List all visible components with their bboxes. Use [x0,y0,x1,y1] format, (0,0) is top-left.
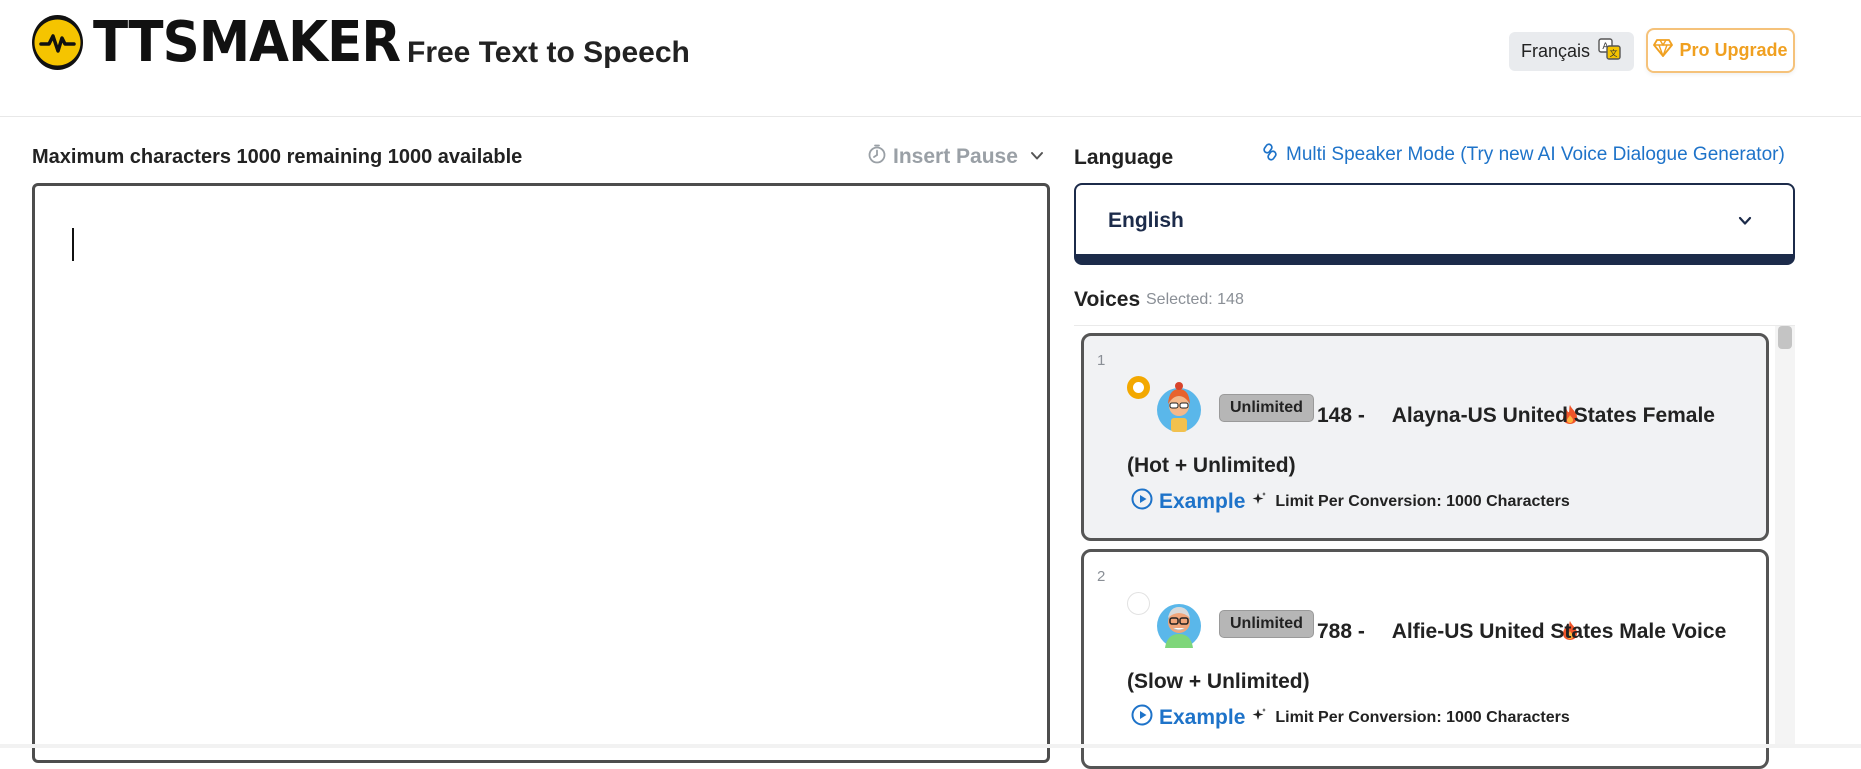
example-button[interactable]: Example Limit Per Conversion: 1000 Chara… [1131,488,1570,515]
voices-selected-count: Selected: 148 [1146,291,1244,308]
page-tagline: Free Text to Speech [407,36,690,69]
logo-text: TTSMAKER [93,10,401,75]
page-bottom-edge [0,744,1861,748]
translate-icon: A 文 [1598,38,1622,65]
timer-icon [867,144,887,170]
voices-label: Voices [1074,288,1141,311]
voice-card[interactable]: 2 Unlimited 788 - Alfie-US United States… [1081,549,1769,769]
example-label: Example [1159,705,1246,729]
voice-index: 1 [1097,352,1106,369]
pro-upgrade-label: Pro Upgrade [1679,40,1788,60]
waveform-circle-icon [32,15,83,70]
chevron-down-icon [1737,213,1753,234]
diamond-icon [1653,39,1674,62]
voices-scrollbar[interactable] [1775,326,1795,748]
insert-pause-label: Insert Pause [893,145,1018,168]
language-select[interactable]: English [1074,183,1795,265]
insert-pause-dropdown[interactable]: Insert Pause [867,144,1044,170]
pro-upgrade-button[interactable]: Pro Upgrade [1646,28,1795,73]
language-button-label: Français [1520,41,1591,61]
conversion-limit-text: Limit Per Conversion: 1000 Characters [1275,492,1570,510]
chevron-down-icon [1030,145,1044,169]
language-switch-button[interactable]: Français A 文 [1509,32,1634,71]
example-label: Example [1159,489,1246,513]
play-circle-icon [1131,704,1153,731]
divider [1074,325,1795,326]
voice-index: 2 [1097,568,1106,585]
sparkle-icon [1251,491,1267,512]
conversion-limit-text: Limit Per Conversion: 1000 Characters [1275,708,1570,726]
voice-name: 788 - Alfie-US United States Male Voice … [1127,607,1759,707]
voice-id: 148 - [1317,404,1365,427]
example-button[interactable]: Example Limit Per Conversion: 1000 Chara… [1131,704,1570,731]
voice-name-text: Alayna-US United States Female (Hot + Un… [1127,404,1715,477]
svg-text:文: 文 [1610,48,1618,58]
play-circle-icon [1131,488,1153,515]
text-caret [72,228,74,261]
language-selected-value: English [1108,209,1184,232]
multi-speaker-link-label: Multi Speaker Mode (Try new AI Voice Dia… [1286,144,1785,165]
link-icon [1262,143,1278,167]
voice-name: 148 - Alayna-US United States Female (Ho… [1127,391,1759,491]
fire-icon [1371,394,1577,424]
logo[interactable]: TTSMAKER [32,10,427,75]
text-input-area[interactable] [32,183,1050,763]
voice-name-text: Alfie-US United States Male Voice (Slow … [1127,620,1727,693]
voice-id: 788 - [1317,620,1365,643]
voice-card[interactable]: 1 Unlimited 148 - Alayna-US United State… [1081,333,1769,541]
voices-scrollbar-thumb[interactable] [1778,326,1792,349]
sparkle-icon [1251,707,1267,728]
header: TTSMAKER Free Text to Speech Français A … [0,0,1861,117]
character-count-info: Maximum characters 1000 remaining 1000 a… [32,146,523,168]
multi-speaker-mode-link[interactable]: Multi Speaker Mode (Try new AI Voice Dia… [1262,143,1785,167]
fire-icon [1371,610,1577,640]
language-label: Language [1074,146,1174,169]
